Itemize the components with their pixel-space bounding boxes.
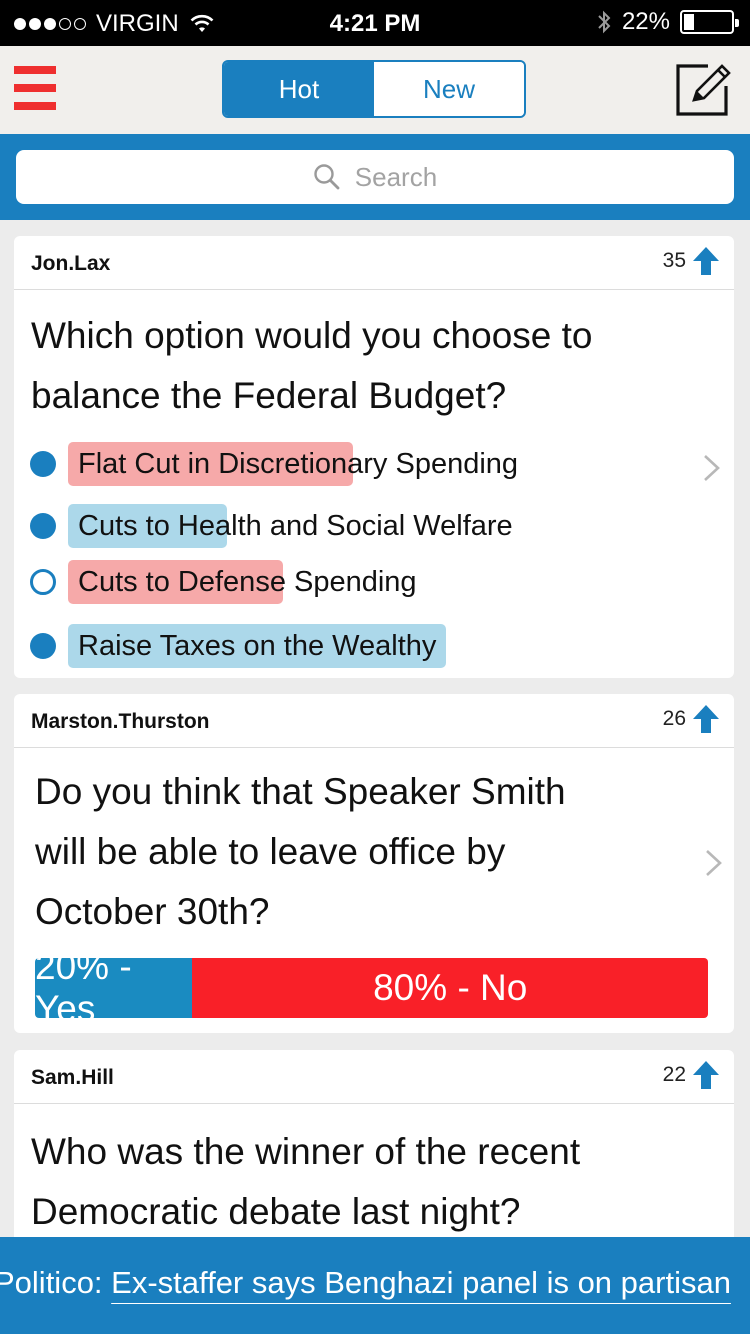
- feed-segmented-control: Hot New: [222, 60, 526, 118]
- post-question: Who was the winner of the recent Democra…: [31, 1122, 580, 1242]
- option-label: Raise Taxes on the Wealthy: [78, 630, 437, 662]
- result-yes-segment: 20% - Yes: [35, 958, 193, 1018]
- question-line: Who was the winner of the recent: [31, 1131, 581, 1172]
- nav-bar: Hot New: [0, 46, 750, 134]
- upvote-arrow-icon[interactable]: [692, 246, 720, 276]
- poll-option[interactable]: Cuts to Health and Social Welfare: [30, 503, 523, 549]
- poll-option[interactable]: Cuts to Defense Spending: [30, 559, 427, 605]
- option-radio[interactable]: [30, 513, 56, 539]
- vote-count: 26: [663, 704, 720, 734]
- option-label: Cuts to Health and Social Welfare: [78, 510, 513, 542]
- post-author[interactable]: Marston.Thurston: [31, 710, 210, 734]
- status-bar: VIRGIN 4:21 PM 22%: [0, 0, 750, 46]
- post-question: Do you think that Speaker Smith will be …: [35, 762, 566, 942]
- option-label: Cuts to Defense Spending: [78, 566, 417, 598]
- vote-count-value: 35: [662, 249, 686, 272]
- poll-option[interactable]: Flat Cut in Discretionary Spending: [30, 441, 528, 487]
- post-card[interactable]: Marston.Thurston 26 Do you think that Sp…: [14, 694, 734, 1033]
- option-pill: Raise Taxes on the Wealthy: [68, 624, 447, 668]
- post-card[interactable]: Jon.Lax 35 Which option would you choose…: [14, 236, 734, 678]
- poll-option[interactable]: Raise Taxes on the Wealthy: [30, 623, 447, 669]
- result-no-segment: 80% - No: [192, 958, 708, 1018]
- post-header: Marston.Thurston 26: [14, 694, 734, 748]
- search-bar-container: Search: [0, 134, 750, 220]
- vote-count-value: 22: [662, 1063, 686, 1086]
- bluetooth-icon: [598, 10, 611, 34]
- vote-count: 22: [663, 1060, 720, 1090]
- option-pill: Cuts to Health and Social Welfare: [68, 504, 523, 548]
- option-pill: Flat Cut in Discretionary Spending: [68, 442, 528, 486]
- tab-new[interactable]: New: [374, 62, 524, 116]
- battery-level-fill: [684, 14, 694, 30]
- chevron-right-icon[interactable]: [702, 453, 722, 483]
- search-input[interactable]: Search: [16, 150, 734, 204]
- question-line: will be able to leave office by: [35, 831, 506, 872]
- post-author[interactable]: Jon.Lax: [31, 252, 110, 276]
- ticker-source: Politico:: [0, 1265, 103, 1300]
- tab-hot[interactable]: Hot: [224, 62, 374, 116]
- option-radio[interactable]: [30, 633, 56, 659]
- question-line: October 30th?: [35, 891, 270, 932]
- compose-icon[interactable]: [672, 60, 732, 120]
- vote-count-value: 26: [662, 707, 686, 730]
- post-author[interactable]: Sam.Hill: [31, 1066, 114, 1090]
- search-placeholder: Search: [354, 161, 438, 192]
- post-question: Which option would you choose to balance…: [31, 306, 593, 426]
- question-line: balance the Federal Budget?: [31, 375, 507, 416]
- battery-icon: [680, 10, 739, 34]
- question-line: Democratic debate last night?: [31, 1191, 521, 1232]
- question-line: Which option would you choose to: [31, 315, 593, 356]
- upvote-arrow-icon[interactable]: [692, 704, 720, 734]
- status-right: 22%: [596, 8, 739, 36]
- question-line: Do you think that Speaker Smith: [35, 771, 566, 812]
- post-header: Sam.Hill 22: [14, 1050, 734, 1104]
- ticker-headline-link[interactable]: Ex-staffer says Benghazi panel is on par…: [111, 1265, 731, 1300]
- poll-result-bar: 20% - Yes 80% - No: [35, 958, 708, 1018]
- vote-count: 35: [663, 246, 720, 276]
- option-pill: Cuts to Defense Spending: [68, 560, 427, 604]
- post-card[interactable]: Sam.Hill 22 Who was the winner of the re…: [14, 1050, 734, 1250]
- chevron-right-icon[interactable]: [704, 848, 724, 878]
- upvote-arrow-icon[interactable]: [692, 1060, 720, 1090]
- hamburger-menu-icon[interactable]: [14, 66, 56, 110]
- post-header: Jon.Lax 35: [14, 236, 734, 290]
- option-radio[interactable]: [30, 569, 56, 595]
- news-ticker[interactable]: Politico: Ex-staffer says Benghazi panel…: [0, 1237, 750, 1334]
- ticker-text: Politico: Ex-staffer says Benghazi panel…: [0, 1265, 731, 1301]
- battery-percent: 22%: [621, 8, 670, 35]
- option-radio[interactable]: [30, 451, 56, 477]
- option-label: Flat Cut in Discretionary Spending: [78, 448, 519, 480]
- search-icon: [314, 164, 340, 190]
